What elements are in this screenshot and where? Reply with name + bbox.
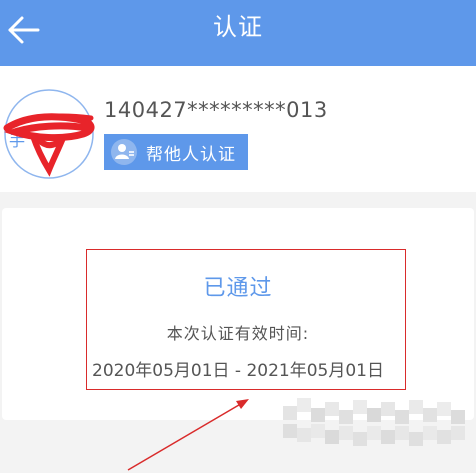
help-others-verify-label: 帮他人认证 <box>146 144 236 165</box>
app-bar: 认证 <box>0 0 476 66</box>
verification-card: 已通过 本次认证有效时间: 2020年05月01日 - 2021年05月01日 <box>2 208 474 420</box>
help-others-verify-button[interactable]: 帮他人认证 <box>104 134 248 170</box>
page-title: 认证 <box>213 13 263 41</box>
user-icon <box>111 139 137 165</box>
validity-range: 2020年05月01日 - 2021年05月01日 <box>92 361 384 381</box>
screen: 认证 手 140427*********013 帮他人认证 已通过 本次认证有效… <box>0 0 476 473</box>
validity-label: 本次认证有效时间: <box>166 324 310 343</box>
avatar: 手 <box>3 88 95 180</box>
verification-status: 已通过 <box>203 276 273 301</box>
id-number: 140427*********013 <box>104 98 328 122</box>
user-info-section: 手 140427*********013 帮他人认证 <box>0 66 476 192</box>
